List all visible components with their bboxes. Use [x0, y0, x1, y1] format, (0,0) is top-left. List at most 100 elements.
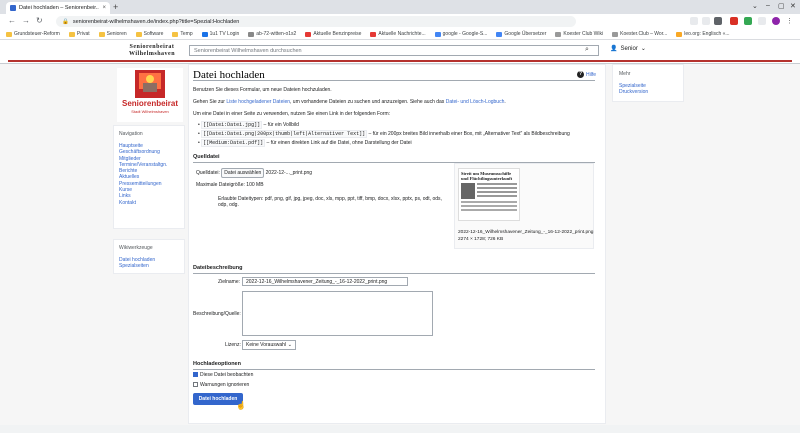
- logo-badge-text: Seniorenbeirat: [121, 99, 178, 108]
- new-tab-icon[interactable]: +: [113, 2, 118, 12]
- header-divider: [8, 60, 792, 62]
- bookmark-item[interactable]: 1u1 TV Login: [201, 31, 239, 37]
- example-item: • [[Medium:Datei.pdf]] – für einen direk…: [198, 139, 412, 147]
- favicon-icon: [10, 5, 16, 11]
- bookmark-item[interactable]: Aktuelle Benzinpreise: [305, 31, 361, 37]
- minimize-icon[interactable]: –: [766, 2, 770, 9]
- section-divider: [193, 273, 595, 274]
- browser-tabstrip: [0, 0, 800, 14]
- file-label: Quelldatei:: [196, 170, 220, 176]
- more-panel: Mehr Spezialseite Druckversion: [612, 64, 684, 102]
- bookmark-item[interactable]: Grundsteuer-Reform: [6, 31, 60, 37]
- target-label: Zielname:: [218, 279, 240, 285]
- site-icon: [201, 31, 208, 37]
- tab-title: Datei hochladen – Seniorenbeir...: [19, 5, 100, 11]
- tools-link[interactable]: Spezialseiten: [119, 263, 179, 269]
- ignore-label: Warnungen ignorieren: [200, 382, 250, 388]
- license-label: Lizenz:: [225, 342, 241, 348]
- ignore-checkbox-row[interactable]: Warnungen ignorieren: [193, 382, 249, 388]
- example-item: • [[Datei:Datei.jpg]] – für ein Vollbild: [198, 121, 299, 129]
- description-heading: Dateibeschreibung: [193, 265, 243, 271]
- user-menu[interactable]: 👤 Senior ⌄: [610, 45, 646, 53]
- search-placeholder: Seniorenbeirat Wilhelmshaven durchsuchen: [194, 47, 302, 54]
- folder-icon: [6, 31, 12, 37]
- chevron-down-icon[interactable]: ⌄: [752, 2, 758, 10]
- lock-icon: 🔒: [62, 18, 69, 25]
- logo-badge-subtext: Stadt Wilhelmshaven: [131, 109, 169, 114]
- site-icon: [248, 31, 255, 37]
- site-icon: [305, 31, 312, 37]
- bookmark-item[interactable]: Google Übersetzer: [496, 31, 546, 37]
- bookmark-item[interactable]: google - Google-S...: [434, 31, 487, 37]
- section-divider: [193, 369, 595, 370]
- extension-red-icon[interactable]: [730, 17, 738, 25]
- site-icon: [612, 31, 619, 37]
- bookmark-item[interactable]: Privat: [68, 31, 90, 37]
- chosen-file-name: 2022-12-..._print.png: [265, 170, 313, 176]
- close-tab-icon[interactable]: ×: [102, 5, 106, 11]
- title-divider: [193, 80, 595, 81]
- watch-label: Diese Datei beobachten: [200, 372, 254, 378]
- share-icon[interactable]: [690, 17, 698, 25]
- log-link[interactable]: Datei- und Lösch-Logbuch: [446, 99, 505, 105]
- bookmark-star-icon[interactable]: [702, 17, 710, 25]
- bookmark-item[interactable]: Software: [135, 31, 163, 37]
- address-url: seniorenbeirat-wilhelmshaven.de/index.ph…: [72, 18, 240, 25]
- bookmark-item[interactable]: Koester Club Wiki: [555, 31, 603, 37]
- site-logo[interactable]: Seniorenbeirat Wilhelmshaven: [118, 44, 186, 58]
- more-link[interactable]: Druckversion: [619, 89, 677, 95]
- example-desc: – für ein Vollbild: [262, 122, 299, 128]
- help-icon: ?: [577, 71, 584, 78]
- watch-checkbox-row[interactable]: Diese Datei beobachten: [193, 372, 253, 378]
- target-name-input[interactable]: 2022-12-16_Wilhelmshavener_Zeitung_-_16-…: [242, 277, 408, 286]
- example-desc: – für ein 200px breites Bild innerhalb e…: [367, 131, 570, 137]
- help-link[interactable]: ? Hilfe: [577, 71, 596, 78]
- reload-icon[interactable]: ↻: [36, 16, 43, 25]
- license-value: Keine Vorauswahl: [246, 342, 287, 348]
- preview-headline: Streit um Museumsschiffe und Flüchtlings…: [461, 171, 513, 181]
- folder-icon: [98, 31, 105, 37]
- browser-tab[interactable]: Datei hochladen – Seniorenbeir... ×: [6, 2, 110, 14]
- description-textarea[interactable]: [242, 291, 433, 336]
- google-icon: [434, 31, 441, 37]
- more-title: Mehr: [619, 71, 631, 77]
- site-icon: [370, 31, 377, 37]
- maximize-icon[interactable]: ▢: [778, 2, 785, 10]
- text: Gehen Sie zur: [193, 99, 227, 105]
- back-icon[interactable]: ←: [8, 16, 16, 25]
- bookmark-item[interactable]: Temp: [172, 31, 193, 37]
- bookmark-item[interactable]: Senioren: [98, 31, 127, 37]
- side-panel-icon[interactable]: [758, 17, 766, 25]
- site-icon: [676, 31, 683, 37]
- file-chooser-row: Quelldatei: Datei auswählen 2022-12-..._…: [196, 168, 312, 178]
- extension-green-icon[interactable]: [744, 17, 752, 25]
- address-bar[interactable]: 🔒 seniorenbeirat-wilhelmshaven.de/index.…: [56, 16, 576, 27]
- bookmark-item[interactable]: leo.org: Englisch «...: [676, 31, 730, 37]
- close-window-icon[interactable]: ✕: [790, 2, 796, 10]
- bookmark-item[interactable]: Koester.Club – Wor...: [612, 31, 667, 37]
- nav-link[interactable]: Kontakt: [119, 200, 179, 206]
- example-item: • [[Datei:Datei.png|200px|thumb|left|Alt…: [198, 130, 570, 138]
- menu-icon[interactable]: ⋮: [786, 17, 794, 25]
- allowed-types-text: Erlaubte Dateitypen: pdf, png, gif, jpg,…: [218, 196, 442, 208]
- file-list-link[interactable]: Liste hochgeladener Dateien: [226, 99, 290, 105]
- profile-avatar[interactable]: [772, 17, 780, 25]
- logo-image[interactable]: Seniorenbeirat Stadt Wilhelmshaven: [117, 68, 183, 122]
- extension-icon[interactable]: [714, 17, 722, 25]
- ignore-warnings-checkbox[interactable]: [193, 382, 198, 388]
- folder-icon: [135, 31, 142, 37]
- logo-line2: Wilhelmshaven: [128, 51, 176, 57]
- bookmark-item[interactable]: Aktuelle Nachrichte...: [370, 31, 426, 37]
- folder-icon: [68, 31, 75, 37]
- choose-file-button[interactable]: Datei auswählen: [221, 168, 265, 178]
- help-label: Hilfe: [586, 71, 597, 78]
- bookmark-item[interactable]: ab-72-witten-o1s2: [248, 31, 296, 37]
- site-icon: [555, 31, 562, 37]
- example-desc: – für einen direkten Link auf die Datei,…: [265, 140, 412, 146]
- forward-icon[interactable]: →: [22, 16, 30, 25]
- license-select[interactable]: Keine Vorauswahl ⌄: [242, 340, 296, 350]
- search-icon[interactable]: ⌕: [585, 46, 589, 54]
- navigation-panel: Navigation Hauptseite Geschäftsordnung M…: [113, 125, 185, 229]
- search-input[interactable]: Seniorenbeirat Wilhelmshaven durchsuchen: [189, 45, 599, 56]
- watch-checkbox[interactable]: [193, 372, 198, 378]
